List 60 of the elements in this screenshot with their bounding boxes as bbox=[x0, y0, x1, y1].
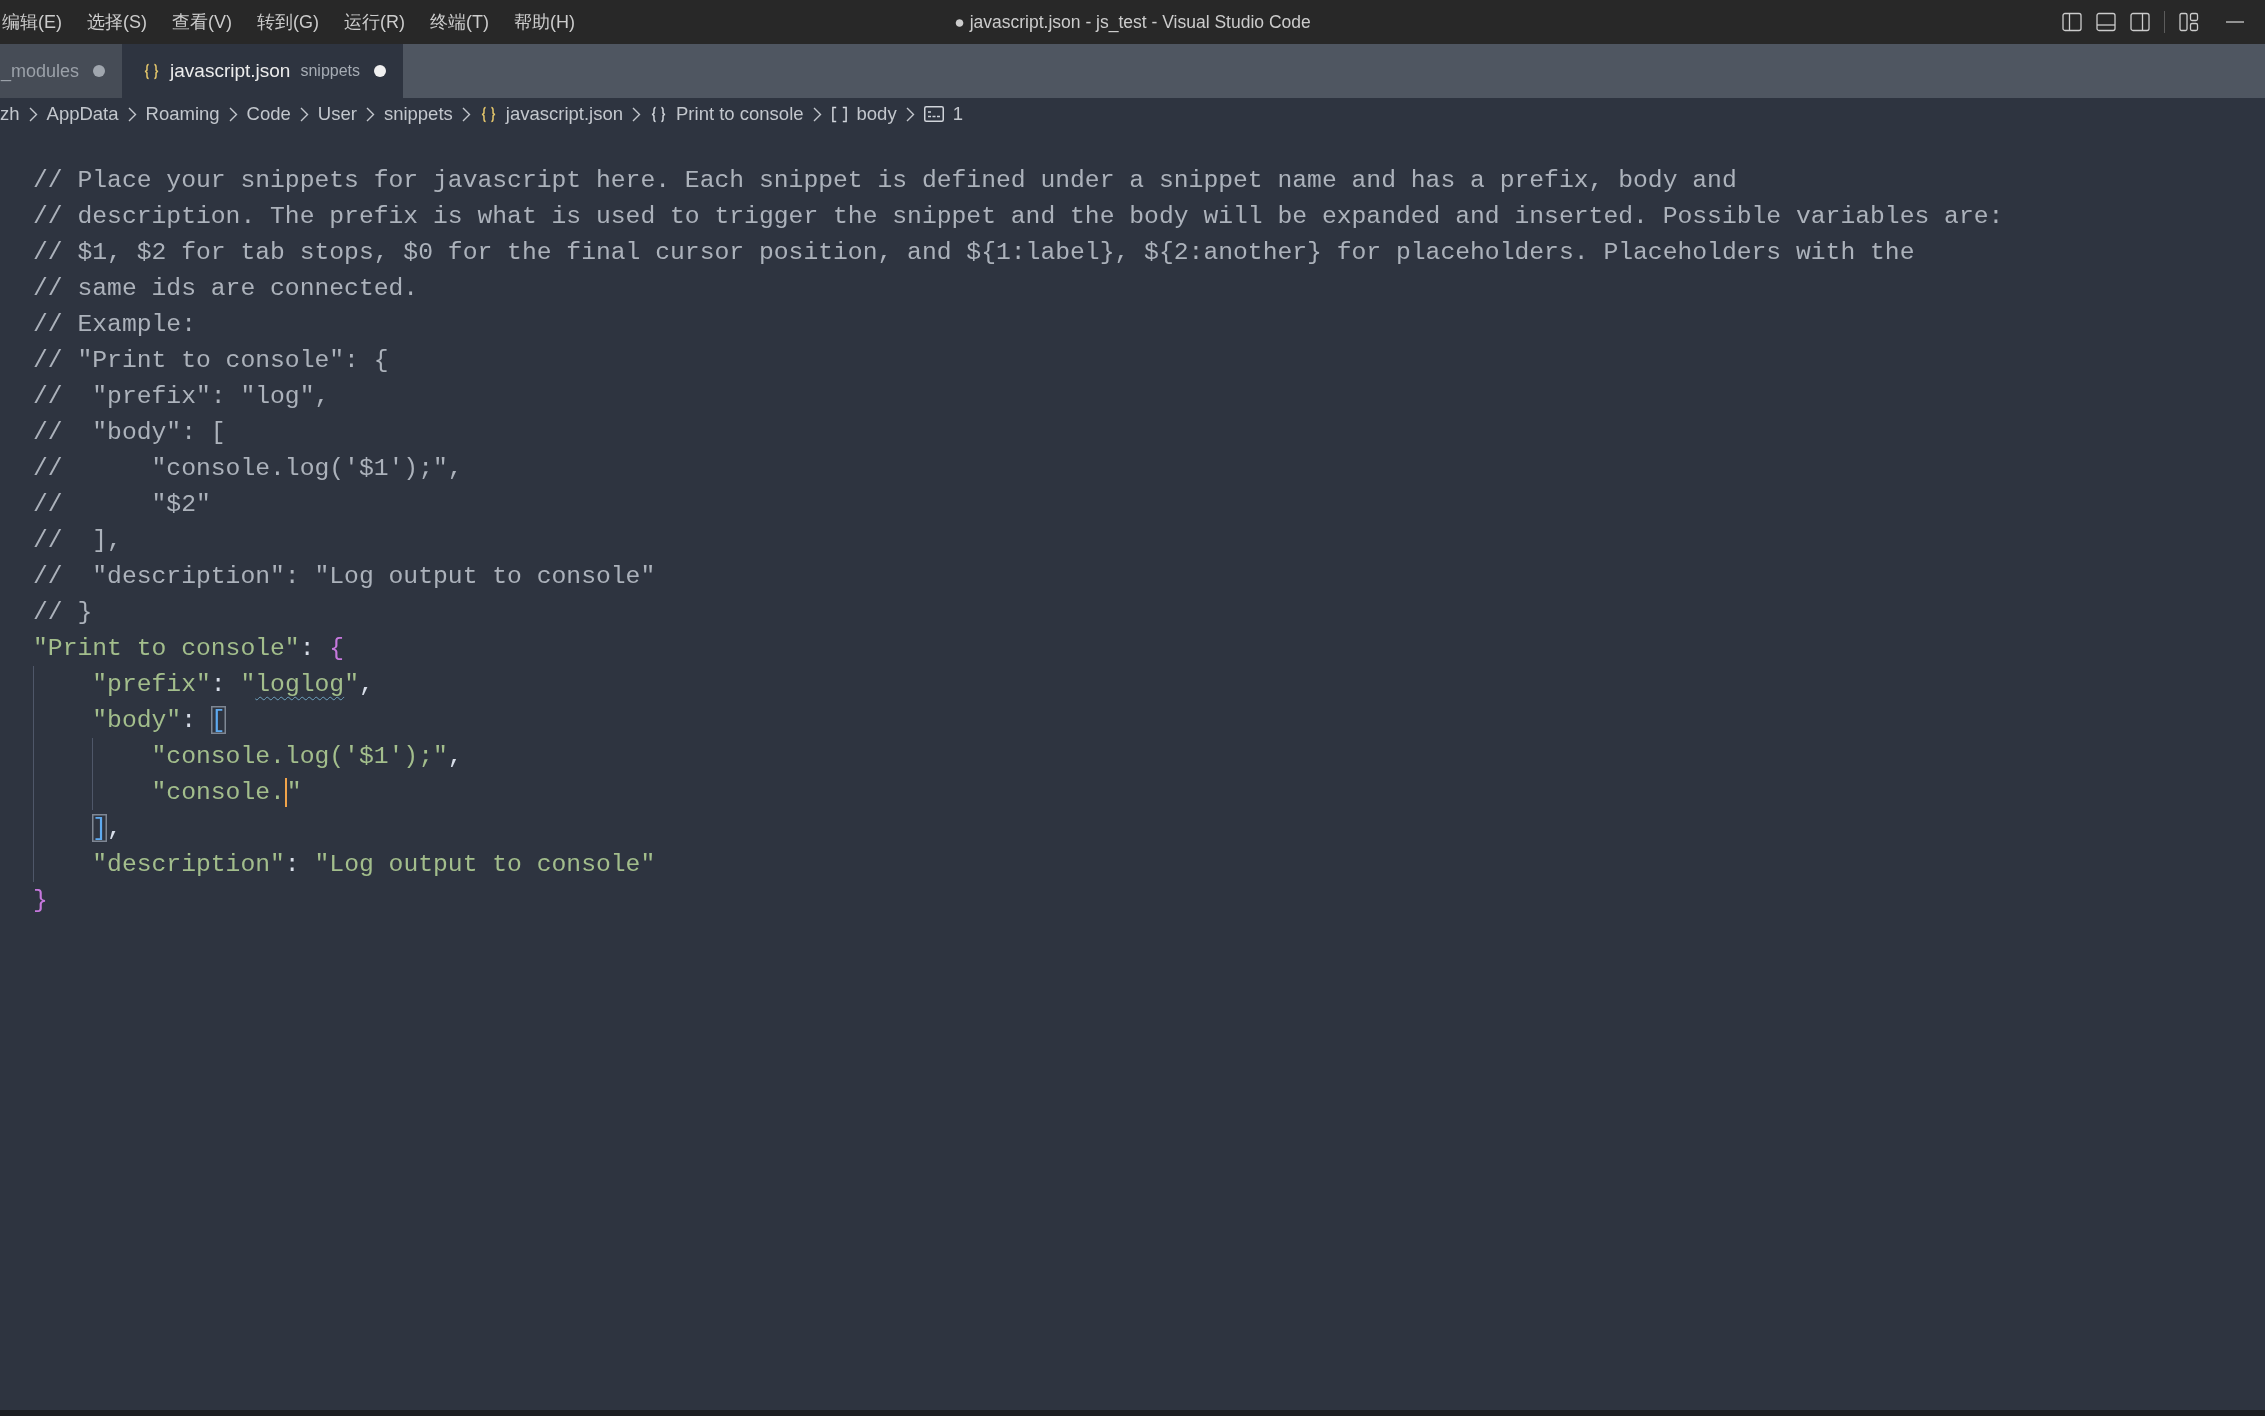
text-box-icon bbox=[923, 106, 944, 122]
code-line: "body": [ bbox=[92, 705, 226, 736]
menu-item[interactable]: 帮助(H) bbox=[514, 10, 575, 34]
brackets-icon bbox=[830, 105, 848, 123]
breadcrumb-item[interactable]: javascript.json bbox=[479, 103, 623, 125]
code-comment: // "console.log('$1');", bbox=[33, 453, 463, 484]
chevron-right-icon bbox=[365, 106, 375, 122]
code-comment: // description. The prefix is what is used to trigger the snippet and the body will be expanded and inserted. Possible variables are: bbox=[33, 201, 2004, 232]
code-comment: // "prefix": "log", bbox=[33, 381, 330, 412]
breadcrumb-item[interactable]: AppData bbox=[46, 103, 119, 125]
sidebar-right-icon[interactable] bbox=[2130, 12, 2150, 32]
panel-bottom-icon[interactable] bbox=[2096, 12, 2116, 32]
breadcrumb-item[interactable]: 1 bbox=[923, 103, 963, 125]
layout-icon[interactable] bbox=[2179, 12, 2199, 32]
code-line: "console. bbox=[151, 777, 285, 808]
chevron-right-icon bbox=[905, 106, 915, 122]
code-comment: // ], bbox=[33, 525, 122, 556]
code-comment: // } bbox=[33, 597, 93, 628]
code-comment: // Place your snippets for javascript here. Each snippet is defined under a snippet name and has a prefix, body and bbox=[33, 165, 1737, 196]
breadcrumb-item[interactable]: Print to console bbox=[650, 103, 804, 125]
menu-item[interactable]: 查看(V) bbox=[172, 10, 232, 34]
chevron-right-icon bbox=[812, 106, 822, 122]
code-comment: // $1, $2 for tab stops, $0 for the final cursor position, and ${1:label}, ${2:another} for placeholders. Placeholders with the bbox=[33, 237, 1915, 268]
code-comment: // "body": [ bbox=[33, 417, 226, 448]
code-line: ], bbox=[92, 813, 122, 844]
chevron-right-icon bbox=[127, 106, 137, 122]
menu-item[interactable]: 选择(S) bbox=[87, 10, 147, 34]
braces-icon bbox=[650, 105, 667, 123]
menu-item[interactable]: 终端(T) bbox=[430, 10, 489, 34]
breadcrumb-item[interactable]: Code bbox=[246, 103, 291, 125]
menu-item[interactable]: 转到(G) bbox=[257, 10, 319, 34]
breadcrumb-item[interactable]: snippets bbox=[383, 103, 453, 125]
breadcrumb-item[interactable]: Roaming bbox=[145, 103, 220, 125]
sidebar-left-icon[interactable] bbox=[2062, 12, 2082, 32]
code-line: "description": "Log output to console" bbox=[92, 849, 656, 880]
braces-icon bbox=[143, 62, 161, 80]
chevron-right-icon bbox=[461, 106, 471, 122]
window-title: ● javascript.json - js_test - Visual Studio Code bbox=[954, 11, 1311, 33]
code-comment: // "Print to console": { bbox=[33, 345, 389, 376]
code-line: "Print to console": { bbox=[33, 633, 345, 664]
code-comment: // Example: bbox=[33, 309, 196, 340]
chevron-right-icon bbox=[228, 106, 238, 122]
text-caret bbox=[284, 777, 287, 807]
chevron-right-icon bbox=[28, 106, 38, 122]
braces-icon bbox=[479, 105, 497, 123]
code-comment: // "$2" bbox=[33, 489, 211, 520]
code-line: "prefix": "loglog", bbox=[92, 669, 374, 700]
chevron-right-icon bbox=[299, 106, 309, 122]
breadcrumb-item[interactable]: User bbox=[317, 103, 357, 125]
menu-item[interactable]: 编辑(E) bbox=[2, 10, 62, 34]
menu-item[interactable]: 运行(R) bbox=[344, 10, 405, 34]
breadcrumb-item[interactable]: body bbox=[830, 103, 897, 125]
code-line: " bbox=[286, 777, 302, 808]
code-comment: // "description": "Log output to console" bbox=[33, 561, 656, 592]
chevron-right-icon bbox=[632, 106, 641, 122]
code-comment: // same ids are connected. bbox=[33, 273, 419, 304]
code-line: } bbox=[33, 885, 48, 916]
code-line: "console.log('$1');", bbox=[151, 741, 463, 772]
editor-tab[interactable]: javascript.json snippets bbox=[122, 44, 404, 98]
breadcrumb-item[interactable]: zh bbox=[0, 103, 20, 125]
